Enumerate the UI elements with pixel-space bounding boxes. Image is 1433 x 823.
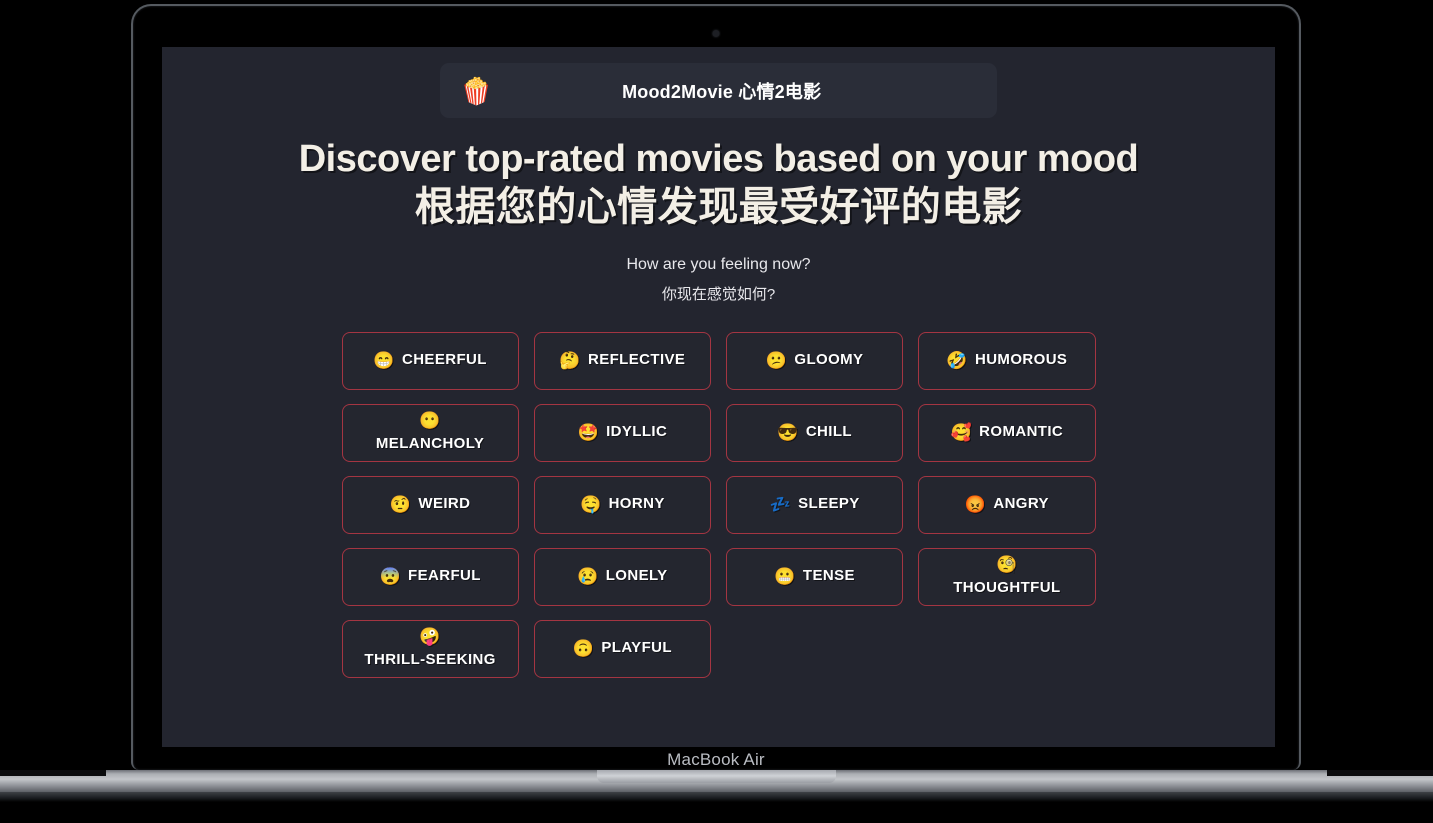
smiling-face-with-hearts-icon: 🥰 xyxy=(950,423,973,443)
mood-label: CHEERFUL xyxy=(401,351,487,369)
mood-button-melancholy[interactable]: 😶 MELANCHOLY xyxy=(341,403,519,462)
webcam-icon xyxy=(712,30,720,37)
laptop-hinge-notch xyxy=(597,770,836,783)
app-header: 🍿 Mood2Movie 心情2电影 xyxy=(440,63,997,118)
laptop-screen: 🍿 Mood2Movie 心情2电影 Discover top-rated mo… xyxy=(162,47,1275,747)
rolling-on-floor-laughing-icon: 🤣 xyxy=(946,351,968,371)
fearful-face-icon: 😨 xyxy=(379,567,402,587)
mood-label: THRILL-SEEKING xyxy=(364,651,496,669)
star-struck-face-icon: 🤩 xyxy=(577,423,600,443)
mood-prompt: How are you feeling now? 你现在感觉如何? xyxy=(162,256,1275,304)
laptop-frame: 🍿 Mood2Movie 心情2电影 Discover top-rated mo… xyxy=(131,4,1301,770)
mood-label: TENSE xyxy=(802,567,855,585)
mood-button-fearful[interactable]: 😨 FEARFUL xyxy=(341,547,519,606)
mood-label: REFLECTIVE xyxy=(587,351,686,369)
laptop-base-gap-right xyxy=(1327,770,1433,776)
mood-label: FEARFUL xyxy=(408,567,481,585)
mood-label: GLOOMY xyxy=(794,351,864,369)
grimacing-face-icon: 😬 xyxy=(774,567,796,587)
laptop-base-gap-left xyxy=(0,770,106,776)
mood-grid: 😁 CHEERFUL 🤔 REFLECTIVE 😕 GLOOMY 🤣 HUMOROUS 😶 MEL… xyxy=(341,331,1096,678)
monocle-face-icon: 🧐 xyxy=(996,555,1018,575)
mood-button-chill[interactable]: 😎 CHILL xyxy=(726,403,904,462)
app-title: Mood2Movie 心情2电影 xyxy=(622,81,822,102)
mood-label: CHILL xyxy=(805,423,852,441)
zany-face-icon: 🤪 xyxy=(419,627,441,647)
mood-button-angry[interactable]: 😡 ANGRY xyxy=(918,475,1096,534)
mood-button-thrill-seeking[interactable]: 🤪 THRILL-SEEKING xyxy=(341,619,519,678)
mood-button-horny[interactable]: 🤤 HORNY xyxy=(533,475,711,534)
mood-button-reflective[interactable]: 🤔 REFLECTIVE xyxy=(533,331,711,390)
mood-label: THOUGHTFUL xyxy=(953,579,1061,597)
mood-button-sleepy[interactable]: 💤 SLEEPY xyxy=(726,475,904,534)
face-without-mouth-icon: 😶 xyxy=(419,411,441,431)
mood-label: IDYLLIC xyxy=(606,423,668,441)
mood-button-lonely[interactable]: 😢 LONELY xyxy=(533,547,711,606)
mood-button-playful[interactable]: 🙃 PLAYFUL xyxy=(533,619,711,678)
thinking-face-icon: 🤔 xyxy=(559,351,581,371)
upside-down-face-icon: 🙃 xyxy=(572,639,595,659)
crying-face-icon: 😢 xyxy=(577,567,599,587)
mood-label: LONELY xyxy=(605,567,668,585)
mood-label: ANGRY xyxy=(993,495,1049,513)
mood-prompt-en: How are you feeling now? xyxy=(626,255,811,273)
mood-label: MELANCHOLY xyxy=(375,435,485,453)
mood-prompt-zh: 你现在感觉如何? xyxy=(661,285,776,303)
angry-face-icon: 😡 xyxy=(964,495,987,515)
mood-label: HORNY xyxy=(608,495,665,513)
mood-label: PLAYFUL xyxy=(601,639,672,657)
page-title-en: Discover top-rated movies based on your … xyxy=(298,138,1139,180)
mood-label: SLEEPY xyxy=(798,495,860,513)
mood-button-gloomy[interactable]: 😕 GLOOMY xyxy=(726,331,904,390)
hero-section: Discover top-rated movies based on your … xyxy=(162,138,1275,231)
confused-face-icon: 😕 xyxy=(765,351,788,371)
grinning-face-icon: 😁 xyxy=(373,351,395,371)
mood-label: HUMOROUS xyxy=(974,351,1068,369)
mood-label: ROMANTIC xyxy=(979,423,1064,441)
mood-button-weird[interactable]: 🤨 WEIRD xyxy=(341,475,519,534)
mood-label: WEIRD xyxy=(418,495,471,513)
mood-button-tense[interactable]: 😬 TENSE xyxy=(726,547,904,606)
mood-button-thoughtful[interactable]: 🧐 THOUGHTFUL xyxy=(918,547,1096,606)
drooling-face-icon: 🤤 xyxy=(580,495,602,515)
page-title-zh: 根据您的心情发现最受好评的电影 xyxy=(414,184,1023,229)
device-model-label: MacBook Air xyxy=(667,750,765,769)
sunglasses-face-icon: 😎 xyxy=(777,423,799,443)
mood-button-romantic[interactable]: 🥰 ROMANTIC xyxy=(918,403,1096,462)
laptop-base-shadow xyxy=(0,792,1433,802)
mood-button-cheerful[interactable]: 😁 CHEERFUL xyxy=(341,331,519,390)
sleepy-face-icon: 💤 xyxy=(769,495,792,515)
mood-button-humorous[interactable]: 🤣 HUMOROUS xyxy=(918,331,1096,390)
mood-button-idyllic[interactable]: 🤩 IDYLLIC xyxy=(533,403,711,462)
web-page: 🍿 Mood2Movie 心情2电影 Discover top-rated mo… xyxy=(162,47,1275,747)
raised-eyebrow-face-icon: 🤨 xyxy=(389,495,412,515)
